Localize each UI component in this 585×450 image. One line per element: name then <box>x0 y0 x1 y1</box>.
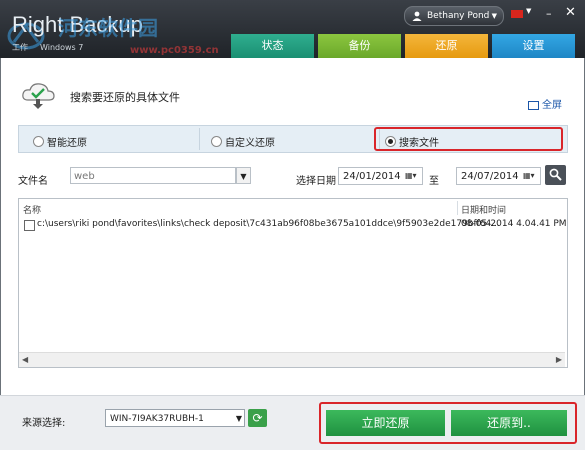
option-label: 自定义还原 <box>225 138 275 149</box>
close-button[interactable]: ✕ <box>565 5 576 20</box>
radio-icon <box>211 136 222 147</box>
date-from-picker[interactable]: 24/01/2014 ▦▾ <box>338 167 423 185</box>
column-header-datetime[interactable]: 日期和时间 <box>461 203 506 216</box>
column-divider <box>457 201 458 215</box>
date-to-label: 至 <box>429 176 439 187</box>
source-label: 来源选择: <box>22 418 66 429</box>
user-menu-button[interactable]: Bethany Pond ▼ <box>404 6 504 26</box>
date-to-value: 24/07/2014 <box>461 171 519 182</box>
date-to-picker[interactable]: 24/07/2014 ▦▾ <box>456 167 541 185</box>
results-table: 名称 日期和时间 c:\users\riki pond\favorites\li… <box>18 198 568 368</box>
search-icon <box>549 168 562 181</box>
horizontal-scrollbar[interactable]: ◀ ▶ <box>19 352 565 367</box>
minimize-button[interactable]: – <box>546 7 552 20</box>
radio-icon <box>33 136 44 147</box>
scroll-right-icon[interactable]: ▶ <box>556 355 562 364</box>
fullscreen-label: 全屏 <box>542 100 562 111</box>
date-from-value: 24/01/2014 <box>343 171 401 182</box>
refresh-button[interactable]: ⟳ <box>248 409 267 427</box>
row-datetime: 08-05-2014 4.04.41 PM <box>461 219 567 229</box>
source-select[interactable]: WIN-7I9AK37RUBH-1 ▼ <box>105 409 245 427</box>
subtitle-left: 工作 <box>12 43 28 52</box>
row-checkbox[interactable] <box>24 220 35 231</box>
scroll-left-icon[interactable]: ◀ <box>22 355 28 364</box>
option-label: 智能还原 <box>47 138 87 149</box>
tab-backup[interactable]: 备份 <box>318 34 401 58</box>
column-header-name[interactable]: 名称 <box>23 203 41 216</box>
language-chevron-down-icon[interactable]: ▼ <box>526 7 531 15</box>
user-name: Bethany Pond <box>427 11 490 21</box>
cloud-download-icon <box>22 83 55 109</box>
row-path: c:\users\riki pond\favorites\links\check… <box>37 219 500 229</box>
flag-icon[interactable] <box>511 10 523 18</box>
source-value: WIN-7I9AK37RUBH-1 <box>110 414 204 424</box>
search-button[interactable] <box>545 165 566 185</box>
watermark-text: 河东软件园 <box>58 16 158 40</box>
table-row[interactable]: c:\users\riki pond\favorites\links\check… <box>19 217 567 233</box>
option-smart-restore[interactable]: 智能还原 <box>33 134 87 149</box>
page-title: 搜索要还原的具体文件 <box>70 91 180 104</box>
filename-input[interactable]: web <box>70 167 236 184</box>
filename-label: 文件名 <box>18 176 48 187</box>
date-label: 选择日期 <box>296 176 336 187</box>
chevron-down-icon: ▼ <box>235 414 242 423</box>
os-label: Windows 7 <box>40 43 84 52</box>
calendar-icon[interactable]: ▦▾ <box>523 171 537 181</box>
chevron-down-icon: ▼ <box>491 12 497 20</box>
fullscreen-link[interactable]: 全屏 <box>528 96 562 111</box>
app-subtitle: 工作 Windows 7 <box>12 42 83 53</box>
fullscreen-icon <box>528 100 539 110</box>
user-icon <box>412 11 422 21</box>
calendar-icon[interactable]: ▦▾ <box>405 171 419 181</box>
watermark-url: www.pc0359.cn <box>130 45 219 56</box>
tab-restore[interactable]: 还原 <box>405 34 488 58</box>
filename-dropdown-button[interactable]: ▼ <box>236 167 251 184</box>
highlight-outline <box>319 402 577 444</box>
tab-status[interactable]: 状态 <box>231 34 314 58</box>
option-custom-restore[interactable]: 自定义还原 <box>211 134 275 149</box>
tab-settings[interactable]: 设置 <box>492 34 575 58</box>
refresh-icon: ⟳ <box>252 411 263 425</box>
highlight-outline <box>374 127 563 151</box>
divider <box>199 128 200 150</box>
